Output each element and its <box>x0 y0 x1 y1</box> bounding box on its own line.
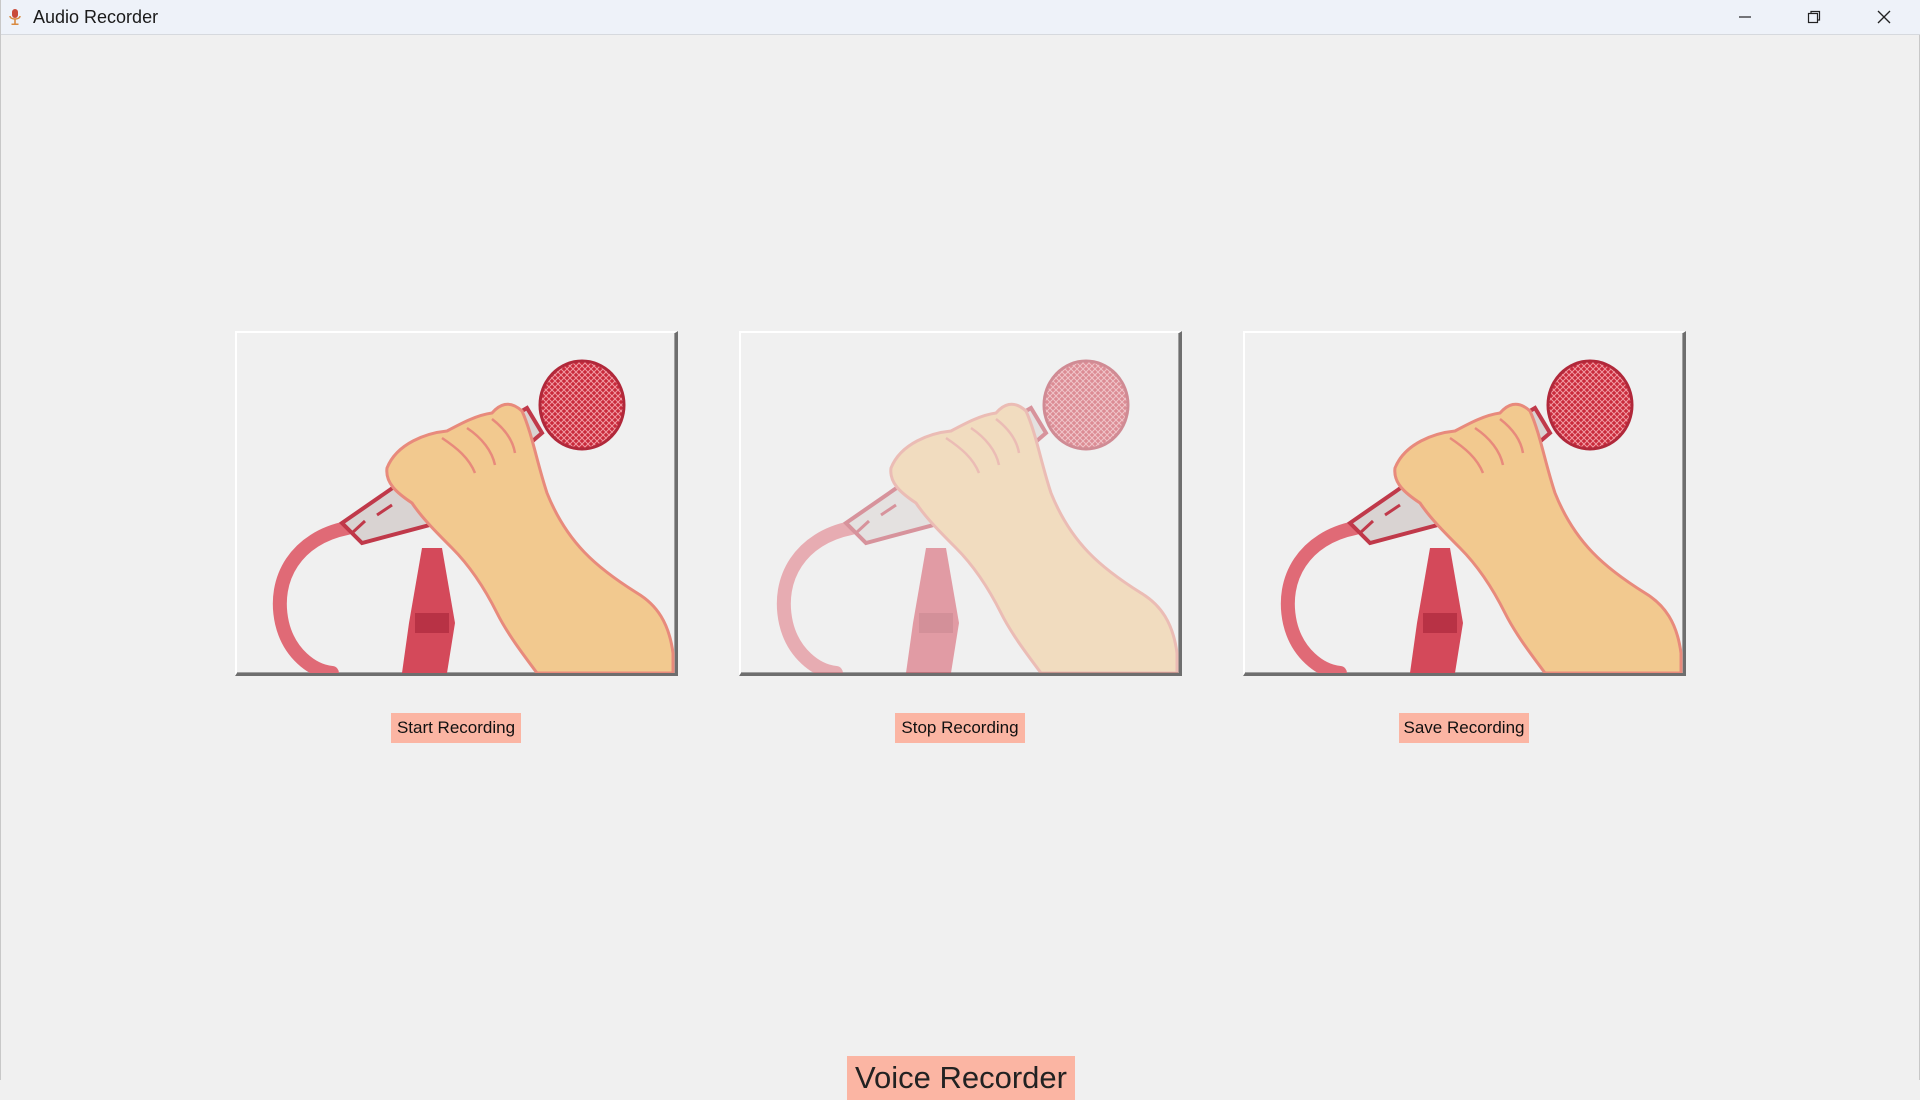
minimize-icon <box>1739 16 1751 18</box>
stop-recording-text: Stop Recording <box>901 718 1019 737</box>
start-recording-text: Start Recording <box>396 718 516 737</box>
start-recording-label: Start Recording <box>391 713 521 743</box>
stop-recording-button[interactable] <box>739 331 1182 676</box>
title-bar[interactable]: Audio Recorder <box>1 0 1920 35</box>
save-recording-label: Save Recording <box>1399 713 1529 743</box>
app-heading: Voice Recorder <box>847 1056 1075 1100</box>
microphone-hand-icon <box>237 333 675 673</box>
close-button[interactable] <box>1850 0 1918 34</box>
main-content: Start Recording Stop Recording Save Reco… <box>1 35 1920 1100</box>
close-icon <box>1877 10 1891 24</box>
restore-icon <box>1807 10 1821 24</box>
app-window: Audio Recorder Start Recording Stop Reco… <box>0 0 1920 1100</box>
stop-recording-label: Stop Recording <box>895 713 1025 743</box>
start-recording-button[interactable] <box>235 331 678 676</box>
save-recording-text: Save Recording <box>1403 718 1525 737</box>
window-title: Audio Recorder <box>33 7 159 27</box>
microphone-icon <box>9 9 21 25</box>
microphone-hand-icon <box>1245 333 1683 673</box>
save-recording-button[interactable] <box>1243 331 1686 676</box>
restore-button[interactable] <box>1780 0 1848 34</box>
minimize-button[interactable] <box>1711 0 1779 34</box>
microphone-hand-icon <box>741 333 1179 673</box>
